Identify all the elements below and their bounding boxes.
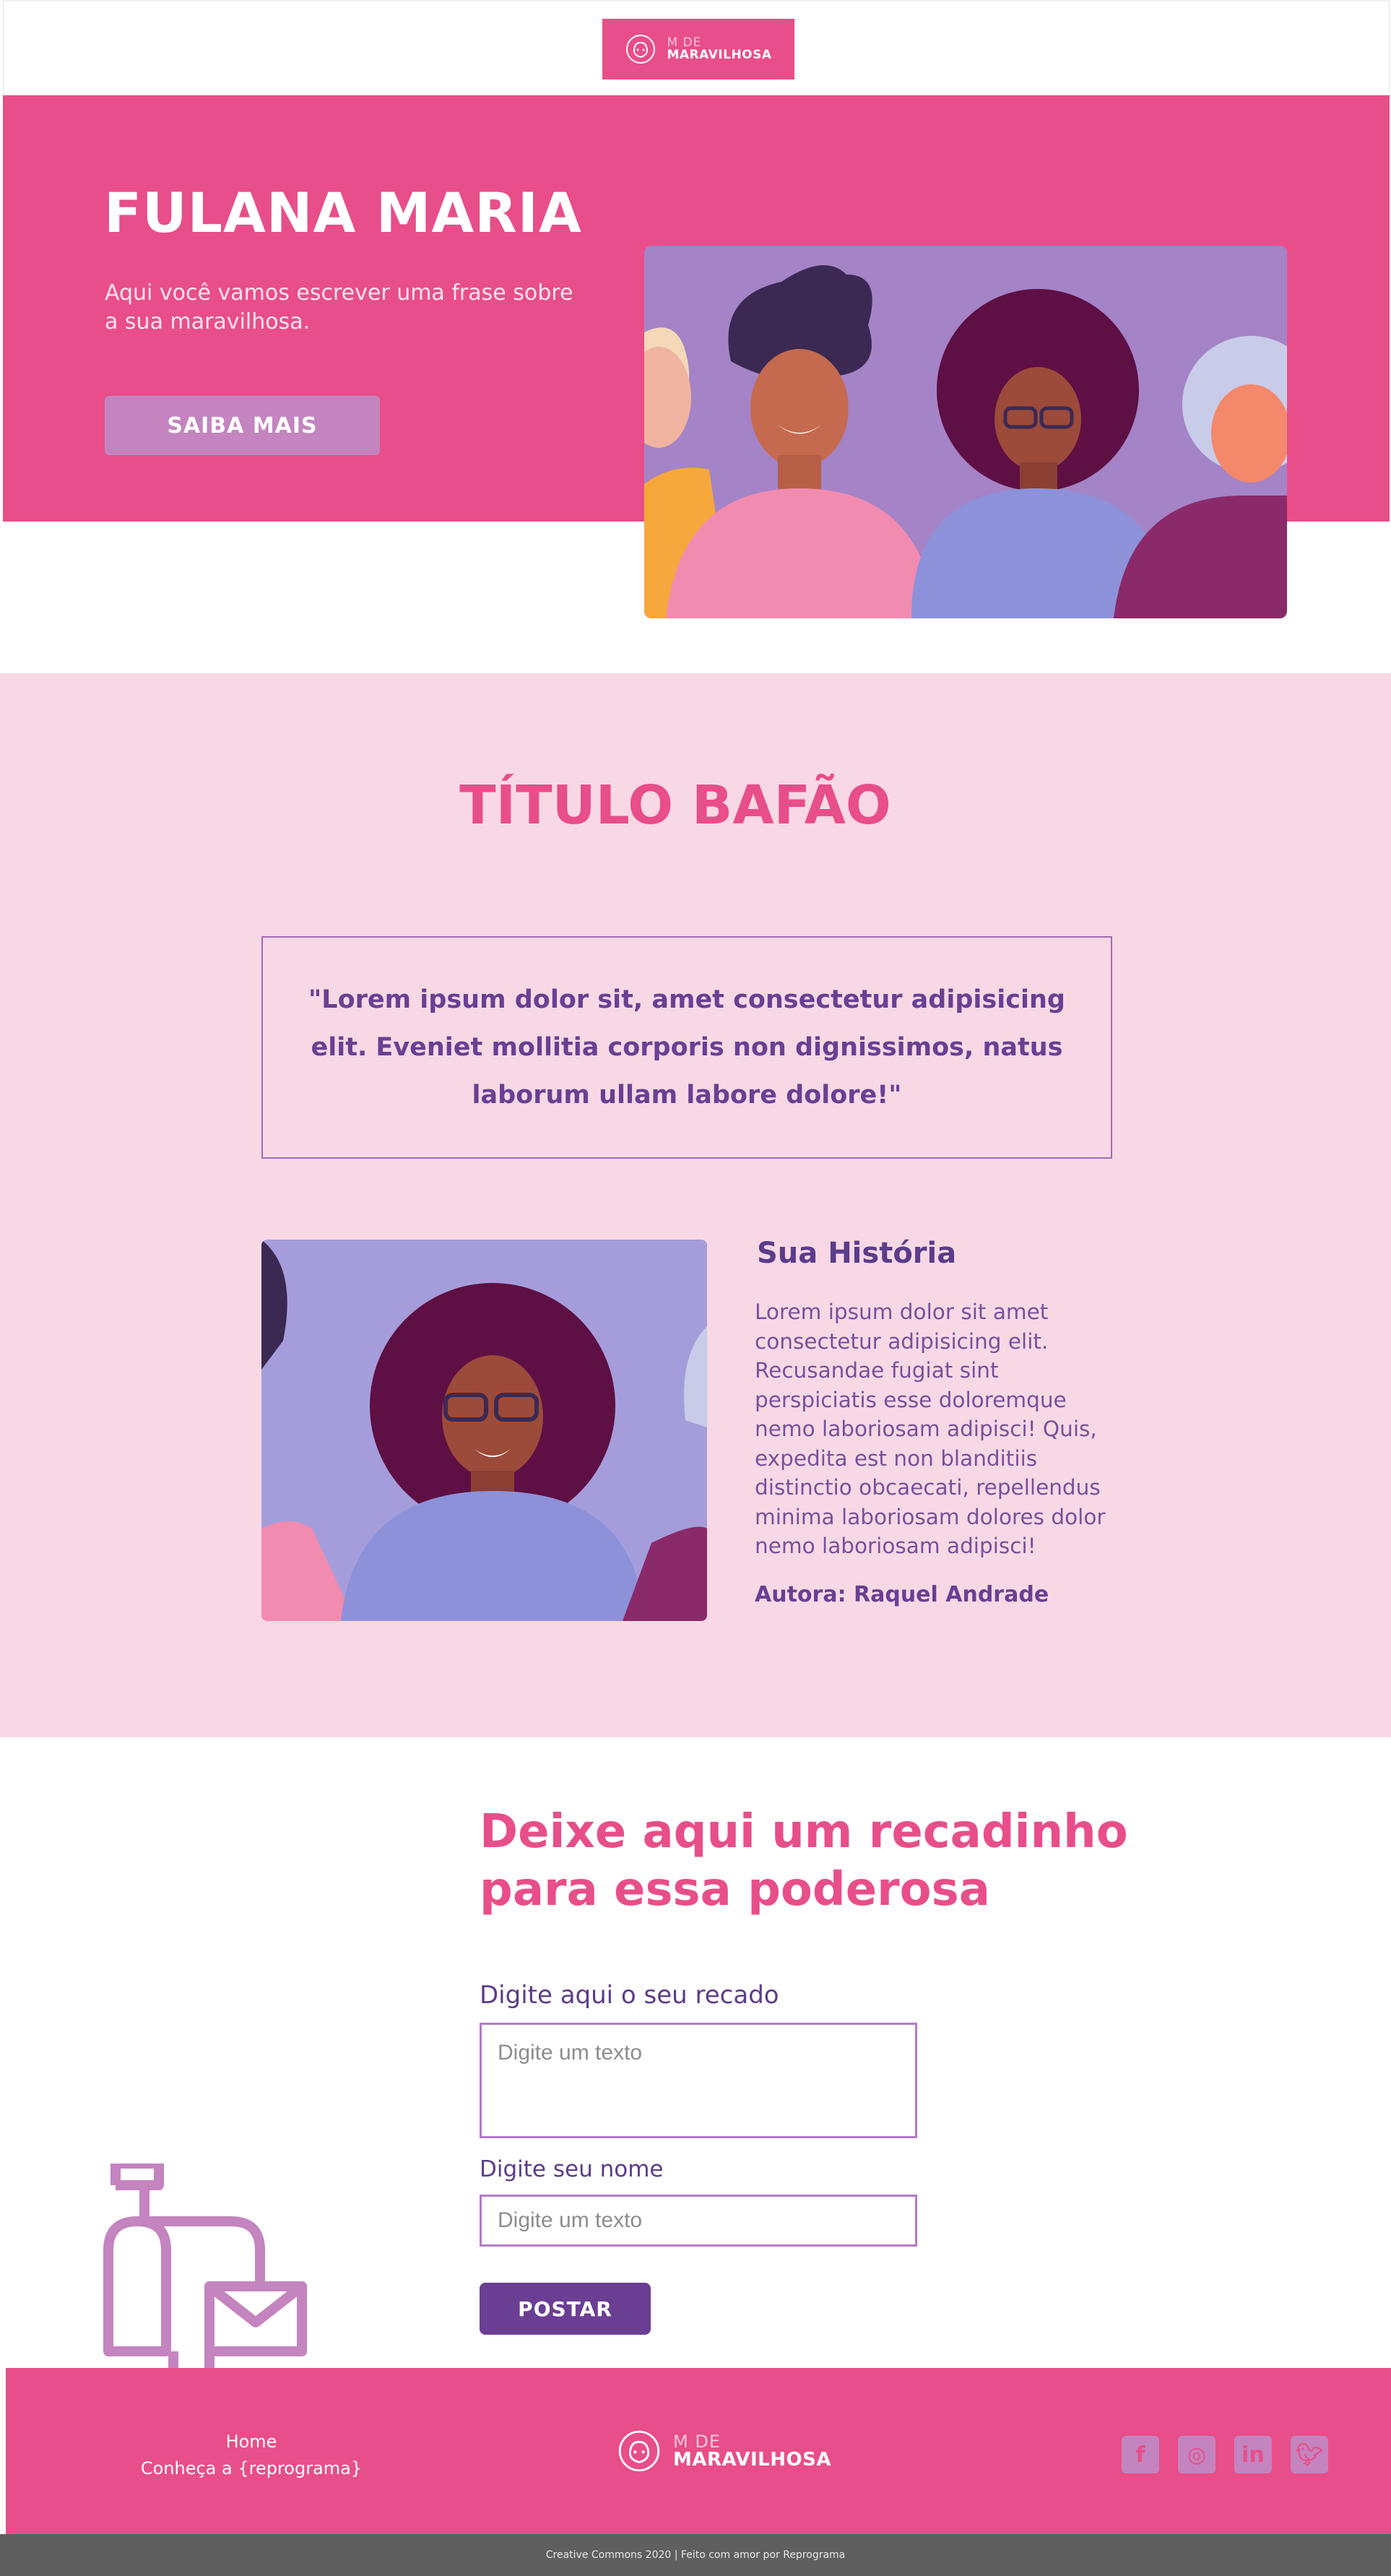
logo-big-text: MARAVILHOSA [667, 48, 772, 62]
linkedin-icon[interactable]: in [1234, 2436, 1272, 2473]
hero-subtitle: Aqui você vamos escrever uma frase sobre… [105, 280, 573, 334]
instagram-icon[interactable]: ◎ [1178, 2436, 1216, 2473]
woman-face-logo-icon [626, 35, 656, 64]
footer-link-reprograma[interactable]: Conheça a {reprograma} [114, 2455, 389, 2482]
site-logo[interactable]: M DE MARAVILHOSA [602, 19, 794, 79]
name-label: Digite seu nome [480, 2156, 664, 2182]
top-header: M DE MARAVILHOSA [3, 0, 1390, 95]
woman-face-logo-icon [618, 2430, 660, 2472]
message-label: Digite aqui o seu recado [480, 1981, 779, 2010]
mailbox-icon [101, 2158, 311, 2378]
story-portrait-image [261, 1240, 707, 1621]
site-footer: Home Conheça a {reprograma} M DE MARAVIL… [6, 2368, 1391, 2534]
hero-title: FULANA MARIA [104, 181, 582, 245]
social-links: f ◎ in 🐦︎ [1122, 2436, 1328, 2473]
footer-link-home[interactable]: Home [114, 2429, 389, 2455]
saiba-mais-button[interactable]: SAIBA MAIS [105, 396, 380, 455]
story-body: Lorem ipsum dolor sit amet consectetur a… [755, 1300, 1106, 1558]
quote-box: "Lorem ipsum dolor sit, amet consectetur… [261, 936, 1112, 1159]
message-title: Deixe aqui um recadinho para essa podero… [480, 1805, 1128, 1916]
message-textarea[interactable] [480, 2023, 917, 2138]
copyright-bar: Creative Commons 2020 | Feito com amor p… [0, 2534, 1391, 2576]
facebook-icon[interactable]: f [1122, 2436, 1159, 2473]
hero-women-illustration [644, 246, 1287, 618]
name-input[interactable] [480, 2195, 917, 2247]
footer-logo[interactable]: M DE MARAVILHOSA [617, 2429, 831, 2473]
post-button[interactable]: POSTAR [480, 2283, 651, 2335]
section-title: TÍTULO BAFÃO [459, 774, 891, 837]
footer-logo-small: M DE [673, 2432, 721, 2452]
story-author: Autora: Raquel Andrade [755, 1582, 1049, 1607]
story-section: TÍTULO BAFÃO "Lorem ipsum dolor sit, ame… [0, 673, 1391, 1737]
quote-text: "Lorem ipsum dolor sit, amet consectetur… [308, 985, 1065, 1110]
footer-nav: Home Conheça a {reprograma} [114, 2429, 389, 2482]
twitter-icon[interactable]: 🐦︎ [1291, 2436, 1328, 2473]
story-heading: Sua História [757, 1237, 957, 1270]
footer-logo-big: MARAVILHOSA [673, 2449, 831, 2471]
